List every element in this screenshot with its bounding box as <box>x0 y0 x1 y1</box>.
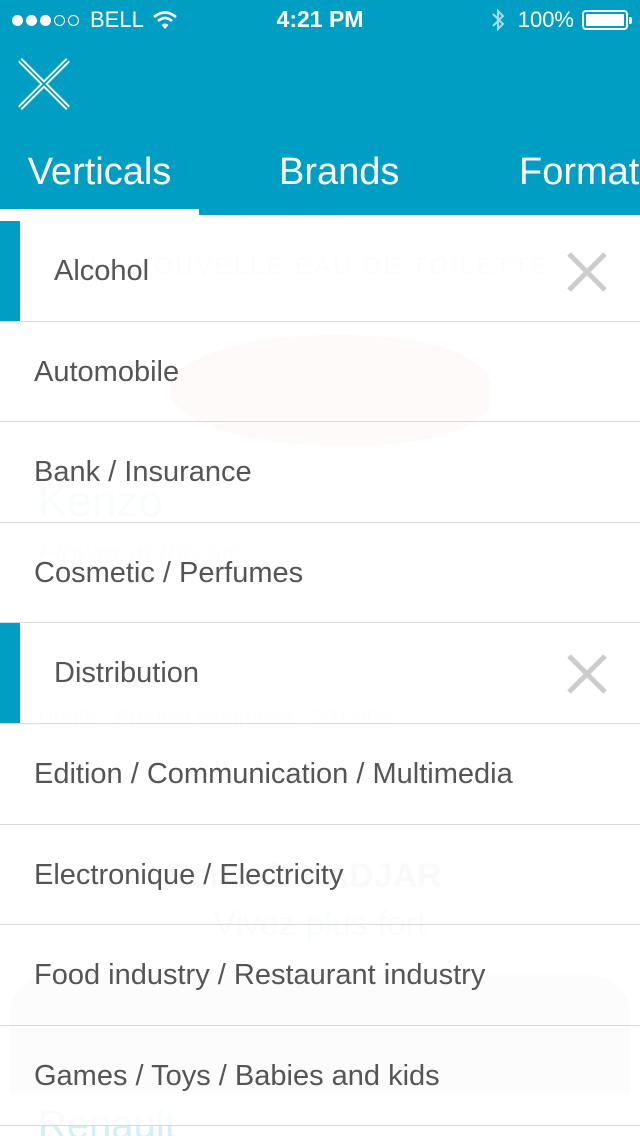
verticals-list: Alcohol Automobile Bank / Insurance Cosm… <box>0 221 640 1127</box>
active-tab-indicator <box>0 209 199 215</box>
status-right: 100% <box>490 7 632 33</box>
list-item-label: Games / Toys / Babies and kids <box>34 1059 440 1092</box>
list-item-label: Alcohol <box>54 255 150 287</box>
tab-formats[interactable]: Formats <box>519 146 640 215</box>
tab-brands[interactable]: Brands <box>279 146 399 215</box>
list-item-food-restaurant-industry[interactable]: Food industry / Restaurant industry <box>0 925 640 1026</box>
list-item-automobile[interactable]: Automobile <box>0 321 640 423</box>
tab-label: Formats <box>519 151 640 193</box>
list-item-label: Bank / Insurance <box>34 456 252 489</box>
remove-icon[interactable] <box>566 251 608 293</box>
remove-icon[interactable] <box>566 653 608 695</box>
list-item-label: Electronique / Electricity <box>34 858 344 891</box>
list-item-distribution[interactable]: Distribution <box>0 623 640 724</box>
list-item-alcohol[interactable]: Alcohol <box>0 221 640 322</box>
selected-indicator <box>0 221 20 321</box>
tab-verticals[interactable]: Verticals <box>0 146 199 215</box>
header: Verticals Brands Formats <box>0 40 640 215</box>
tab-label: Brands <box>279 151 400 193</box>
battery-percent: 100% <box>517 7 574 32</box>
list-item-label: Food industry / Restaurant industry <box>34 959 486 992</box>
filter-tabs: Verticals Brands Formats <box>0 146 640 215</box>
list-item-label: Edition / Communication / Multimedia <box>34 757 513 790</box>
close-icon[interactable] <box>14 54 74 114</box>
selected-indicator <box>0 623 20 723</box>
list-item-label: Automobile <box>34 355 180 388</box>
status-bar: BELL 4:21 PM 100% <box>0 0 640 40</box>
list-item-bank-insurance[interactable]: Bank / Insurance <box>0 422 640 523</box>
bluetooth-icon <box>492 8 505 32</box>
tab-label: Verticals <box>27 151 172 193</box>
list-item-cosmetic-perfumes[interactable]: Cosmetic / Perfumes <box>0 522 640 624</box>
list-item-edition-communication-multimedia[interactable]: Edition / Communication / Multimedia <box>0 723 640 825</box>
battery-fill <box>586 14 624 26</box>
list-item-games-toys-babies-kids[interactable]: Games / Toys / Babies and kids <box>0 1025 640 1127</box>
list-item-electronique-electricity[interactable]: Electronique / Electricity <box>0 824 640 926</box>
list-item-label: Distribution <box>54 657 200 690</box>
battery-icon <box>582 10 632 30</box>
list-item-label: Cosmetic / Perfumes <box>34 556 304 589</box>
